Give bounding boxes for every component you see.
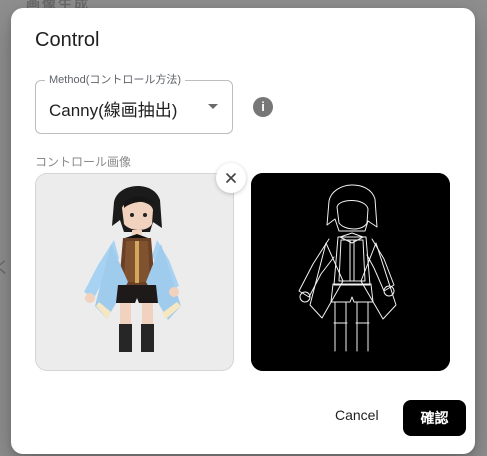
control-image-processed	[251, 173, 450, 371]
chevron-down-icon	[208, 104, 218, 109]
close-icon	[226, 173, 236, 183]
close-button[interactable]	[216, 163, 246, 193]
canny-edge-preview	[251, 173, 450, 371]
confirm-button[interactable]: 確認	[403, 400, 466, 436]
method-select[interactable]: Method(コントロール方法) Canny(線画抽出)	[35, 73, 233, 134]
method-label: Method(コントロール方法)	[45, 73, 186, 87]
cancel-button[interactable]: Cancel	[335, 407, 379, 423]
control-image-source	[35, 173, 234, 371]
info-icon[interactable]: i	[253, 97, 273, 117]
backdrop-back-indicator: く	[0, 258, 11, 277]
source-illustration	[36, 174, 233, 370]
dialog-title: Control	[35, 29, 100, 51]
control-image-label: コントロール画像	[35, 155, 132, 169]
control-dialog: Control Method(コントロール方法) Canny(線画抽出) i コ…	[11, 8, 475, 454]
method-value: Canny(線画抽出)	[49, 101, 178, 120]
